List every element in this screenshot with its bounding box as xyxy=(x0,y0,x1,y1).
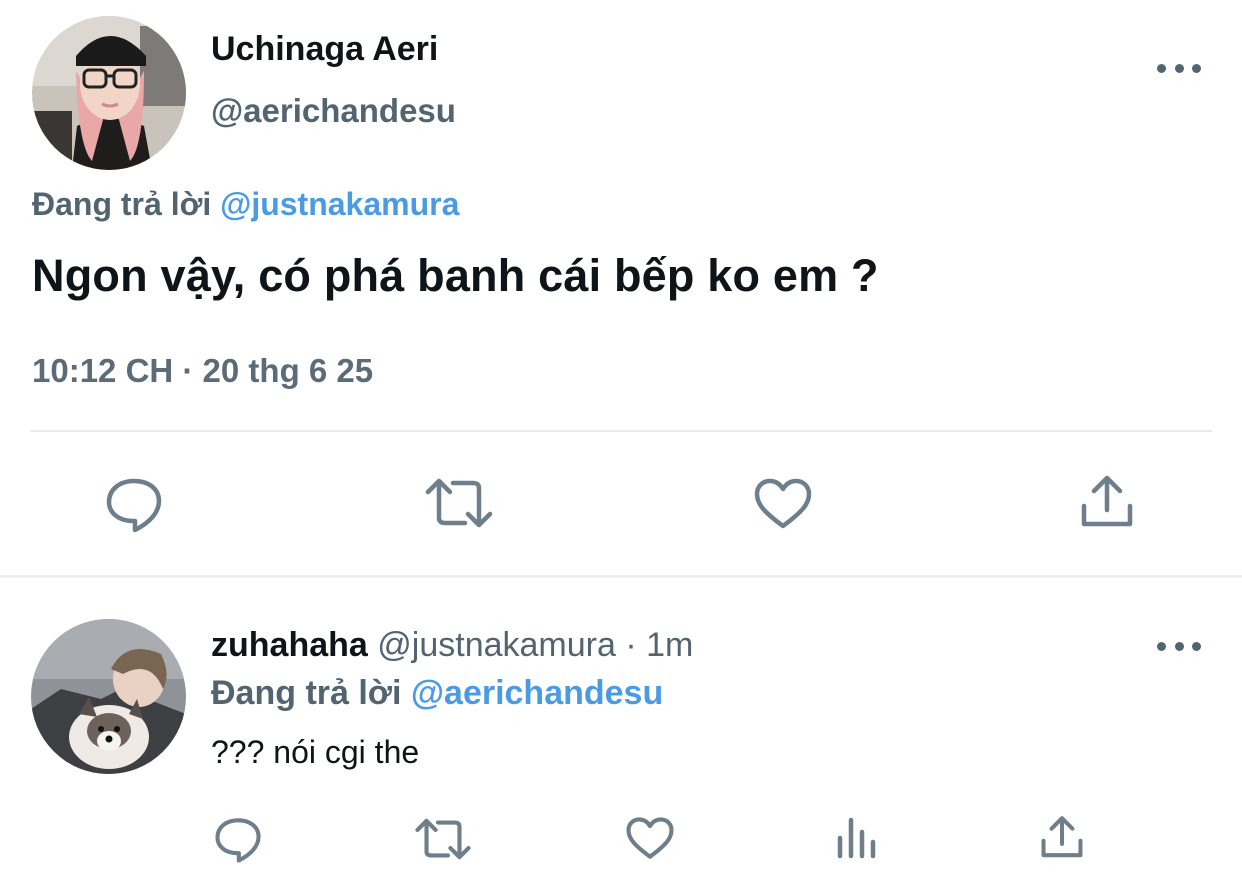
reply-replying-to-line: Đang trả lời @aerichandesu xyxy=(211,674,663,713)
reply-time[interactable]: 1m xyxy=(646,626,693,664)
tweet-timestamp[interactable]: 10:12 CH · 20 thg 6 25 xyxy=(32,352,373,390)
author-avatar[interactable] xyxy=(32,16,186,170)
reply-retweet-icon[interactable] xyxy=(415,818,471,860)
reply-replying-to-mention[interactable]: @aerichandesu xyxy=(411,674,663,712)
reply-icon[interactable] xyxy=(105,477,163,533)
more-options-icon[interactable] xyxy=(1157,58,1201,78)
reply-text: ??? nói cgi the xyxy=(211,734,420,770)
author-name[interactable]: Uchinaga Aeri xyxy=(211,30,438,69)
like-icon[interactable] xyxy=(754,478,812,530)
header-separator: · xyxy=(625,626,637,664)
reply-analytics-icon[interactable] xyxy=(836,816,878,860)
retweet-icon[interactable] xyxy=(425,478,493,528)
author-handle[interactable]: @aerichandesu xyxy=(211,92,456,130)
replying-to-mention[interactable]: @justnakamura xyxy=(220,186,459,222)
share-icon[interactable] xyxy=(1080,474,1134,530)
reply-more-options-icon[interactable] xyxy=(1157,636,1201,656)
reply-share-icon[interactable] xyxy=(1040,815,1084,860)
reply-like-icon[interactable] xyxy=(626,817,674,860)
replying-to-line: Đang trả lời @justnakamura xyxy=(32,186,459,223)
divider xyxy=(30,430,1212,432)
reply-header: zuhahaha @justnakamura · 1m xyxy=(211,626,693,665)
reply-author-name[interactable]: zuhahaha xyxy=(211,626,368,664)
reply-author-avatar[interactable] xyxy=(31,619,186,774)
replying-prefix: Đang trả lời xyxy=(32,186,212,222)
section-divider xyxy=(0,575,1242,578)
reply-author-handle[interactable]: @justnakamura xyxy=(377,626,616,664)
tweet-text: Ngon vậy, có phá banh cái bếp ko em ? xyxy=(32,250,879,301)
reply-reply-icon[interactable] xyxy=(214,817,262,863)
reply-replying-prefix: Đang trả lời xyxy=(211,674,402,712)
